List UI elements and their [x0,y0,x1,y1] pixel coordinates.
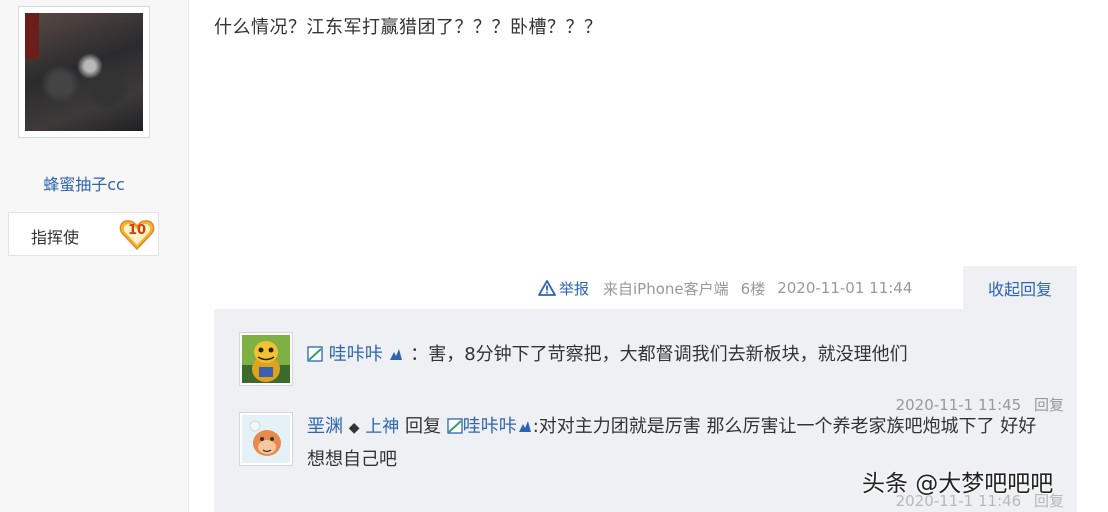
author-avatar[interactable] [18,6,150,138]
reply-body: 哇咔咔 ：害，8分钟下了苛察把，大都督调我们去新板块，就没理他们 [307,339,1052,371]
warning-triangle-icon [538,280,556,296]
watermark-text: 头条 @大梦吧吧吧 [862,471,1054,497]
avatar-image [25,13,143,131]
cartoon-avatar-icon [242,335,290,383]
reply-username[interactable]: 垩渊 [307,416,343,437]
reply-avatar[interactable] [239,412,293,466]
cartoon-avatar-icon [242,415,290,463]
reply-content: 害，8分钟下了苛察把，大都督调我们去新板块，就没理他们 [428,344,908,365]
rank-signal-icon [390,349,403,360]
floor-number: 6楼 [740,279,766,298]
author-username[interactable]: 蜂蜜抽子cc [0,171,168,195]
vip-flag-icon [447,418,463,434]
reply-separator: ： [410,344,429,365]
reply-word: 回复 [404,416,441,437]
rank-signal-icon [518,421,531,432]
author-panel: 蜂蜜抽子cc 指挥使 10 [0,0,189,512]
reply-user-suffix: 上神 [365,417,400,437]
client-source: 来自iPhone客户端 [603,279,729,298]
rank-box: 指挥使 10 [8,212,159,256]
post-content: 什么情况？江东军打赢猎团了？？？卧槽？？？ [214,17,603,38]
diamond-icon: ◆ [348,420,360,436]
rank-title: 指挥使 [31,228,80,247]
collapse-replies-button[interactable]: 收起回复 [963,266,1077,310]
reply-username[interactable]: 哇咔咔 [329,344,383,365]
post-datetime: 2020-11-01 11:44 [777,279,913,297]
level-badge: 10 [119,219,155,251]
reply-avatar[interactable] [239,332,293,386]
reply-item: 哇咔咔 ：害，8分钟下了苛察把，大都督调我们去新板块，就没理他们 2020-11… [214,332,1077,414]
post-tail: 举报 来自iPhone客户端 6楼 2020-11-01 11:44 [530,270,924,306]
report-label: 举报 [559,279,590,298]
reply-to-username[interactable]: 哇咔咔 [463,416,517,437]
report-link[interactable]: 举报 [538,278,589,299]
level-number: 10 [127,223,147,238]
vip-flag-icon [307,346,323,362]
